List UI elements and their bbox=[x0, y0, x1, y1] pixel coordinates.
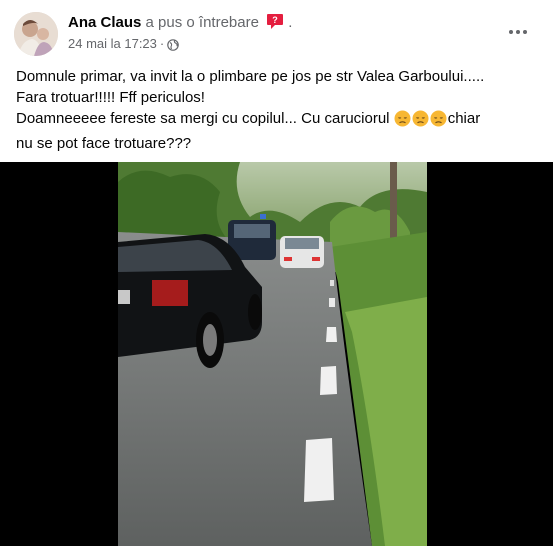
video-player[interactable] bbox=[0, 162, 553, 546]
disappointed-face-emoji bbox=[430, 110, 447, 133]
emoji-group bbox=[394, 110, 448, 127]
post-text-line: nu se pot face trotuare??? bbox=[16, 135, 192, 152]
disappointed-face-emoji bbox=[394, 110, 411, 133]
post-text: Domnule primar, va invit la o plimbare p… bbox=[16, 66, 541, 154]
more-options-icon[interactable] bbox=[501, 20, 535, 44]
author-line-trailing: . bbox=[288, 14, 293, 31]
post-text-fragment: Doamneeeee fereste sa mergi cu copilul..… bbox=[16, 110, 390, 127]
video-frame bbox=[0, 162, 553, 546]
post-text-line: Doamneeeee fereste sa mergi cu copilul..… bbox=[16, 108, 541, 133]
post-text-fragment: chiar bbox=[447, 110, 481, 127]
post-text-line: Fara trotuar!!!!! Fff periculos! bbox=[16, 89, 205, 106]
author-avatar[interactable] bbox=[14, 12, 58, 56]
question-badge-icon: ? bbox=[266, 13, 284, 35]
post-timestamp[interactable]: 24 mai la 17:23 bbox=[68, 36, 157, 51]
author-name[interactable]: Ana Claus bbox=[68, 14, 141, 31]
post-meta: 24 mai la 17:23 · bbox=[68, 35, 180, 55]
post-header: Ana Claus a pus o întrebare ? . 24 mai l… bbox=[0, 0, 553, 62]
post-text-line: Domnule primar, va invit la o plimbare p… bbox=[16, 68, 485, 85]
disappointed-face-emoji bbox=[412, 110, 429, 133]
globe-icon[interactable] bbox=[167, 38, 180, 55]
author-line: Ana Claus a pus o întrebare ? . bbox=[68, 13, 292, 35]
post-action-text: a pus o întrebare bbox=[145, 14, 259, 31]
svg-text:?: ? bbox=[272, 15, 278, 25]
meta-separator: · bbox=[159, 36, 165, 51]
